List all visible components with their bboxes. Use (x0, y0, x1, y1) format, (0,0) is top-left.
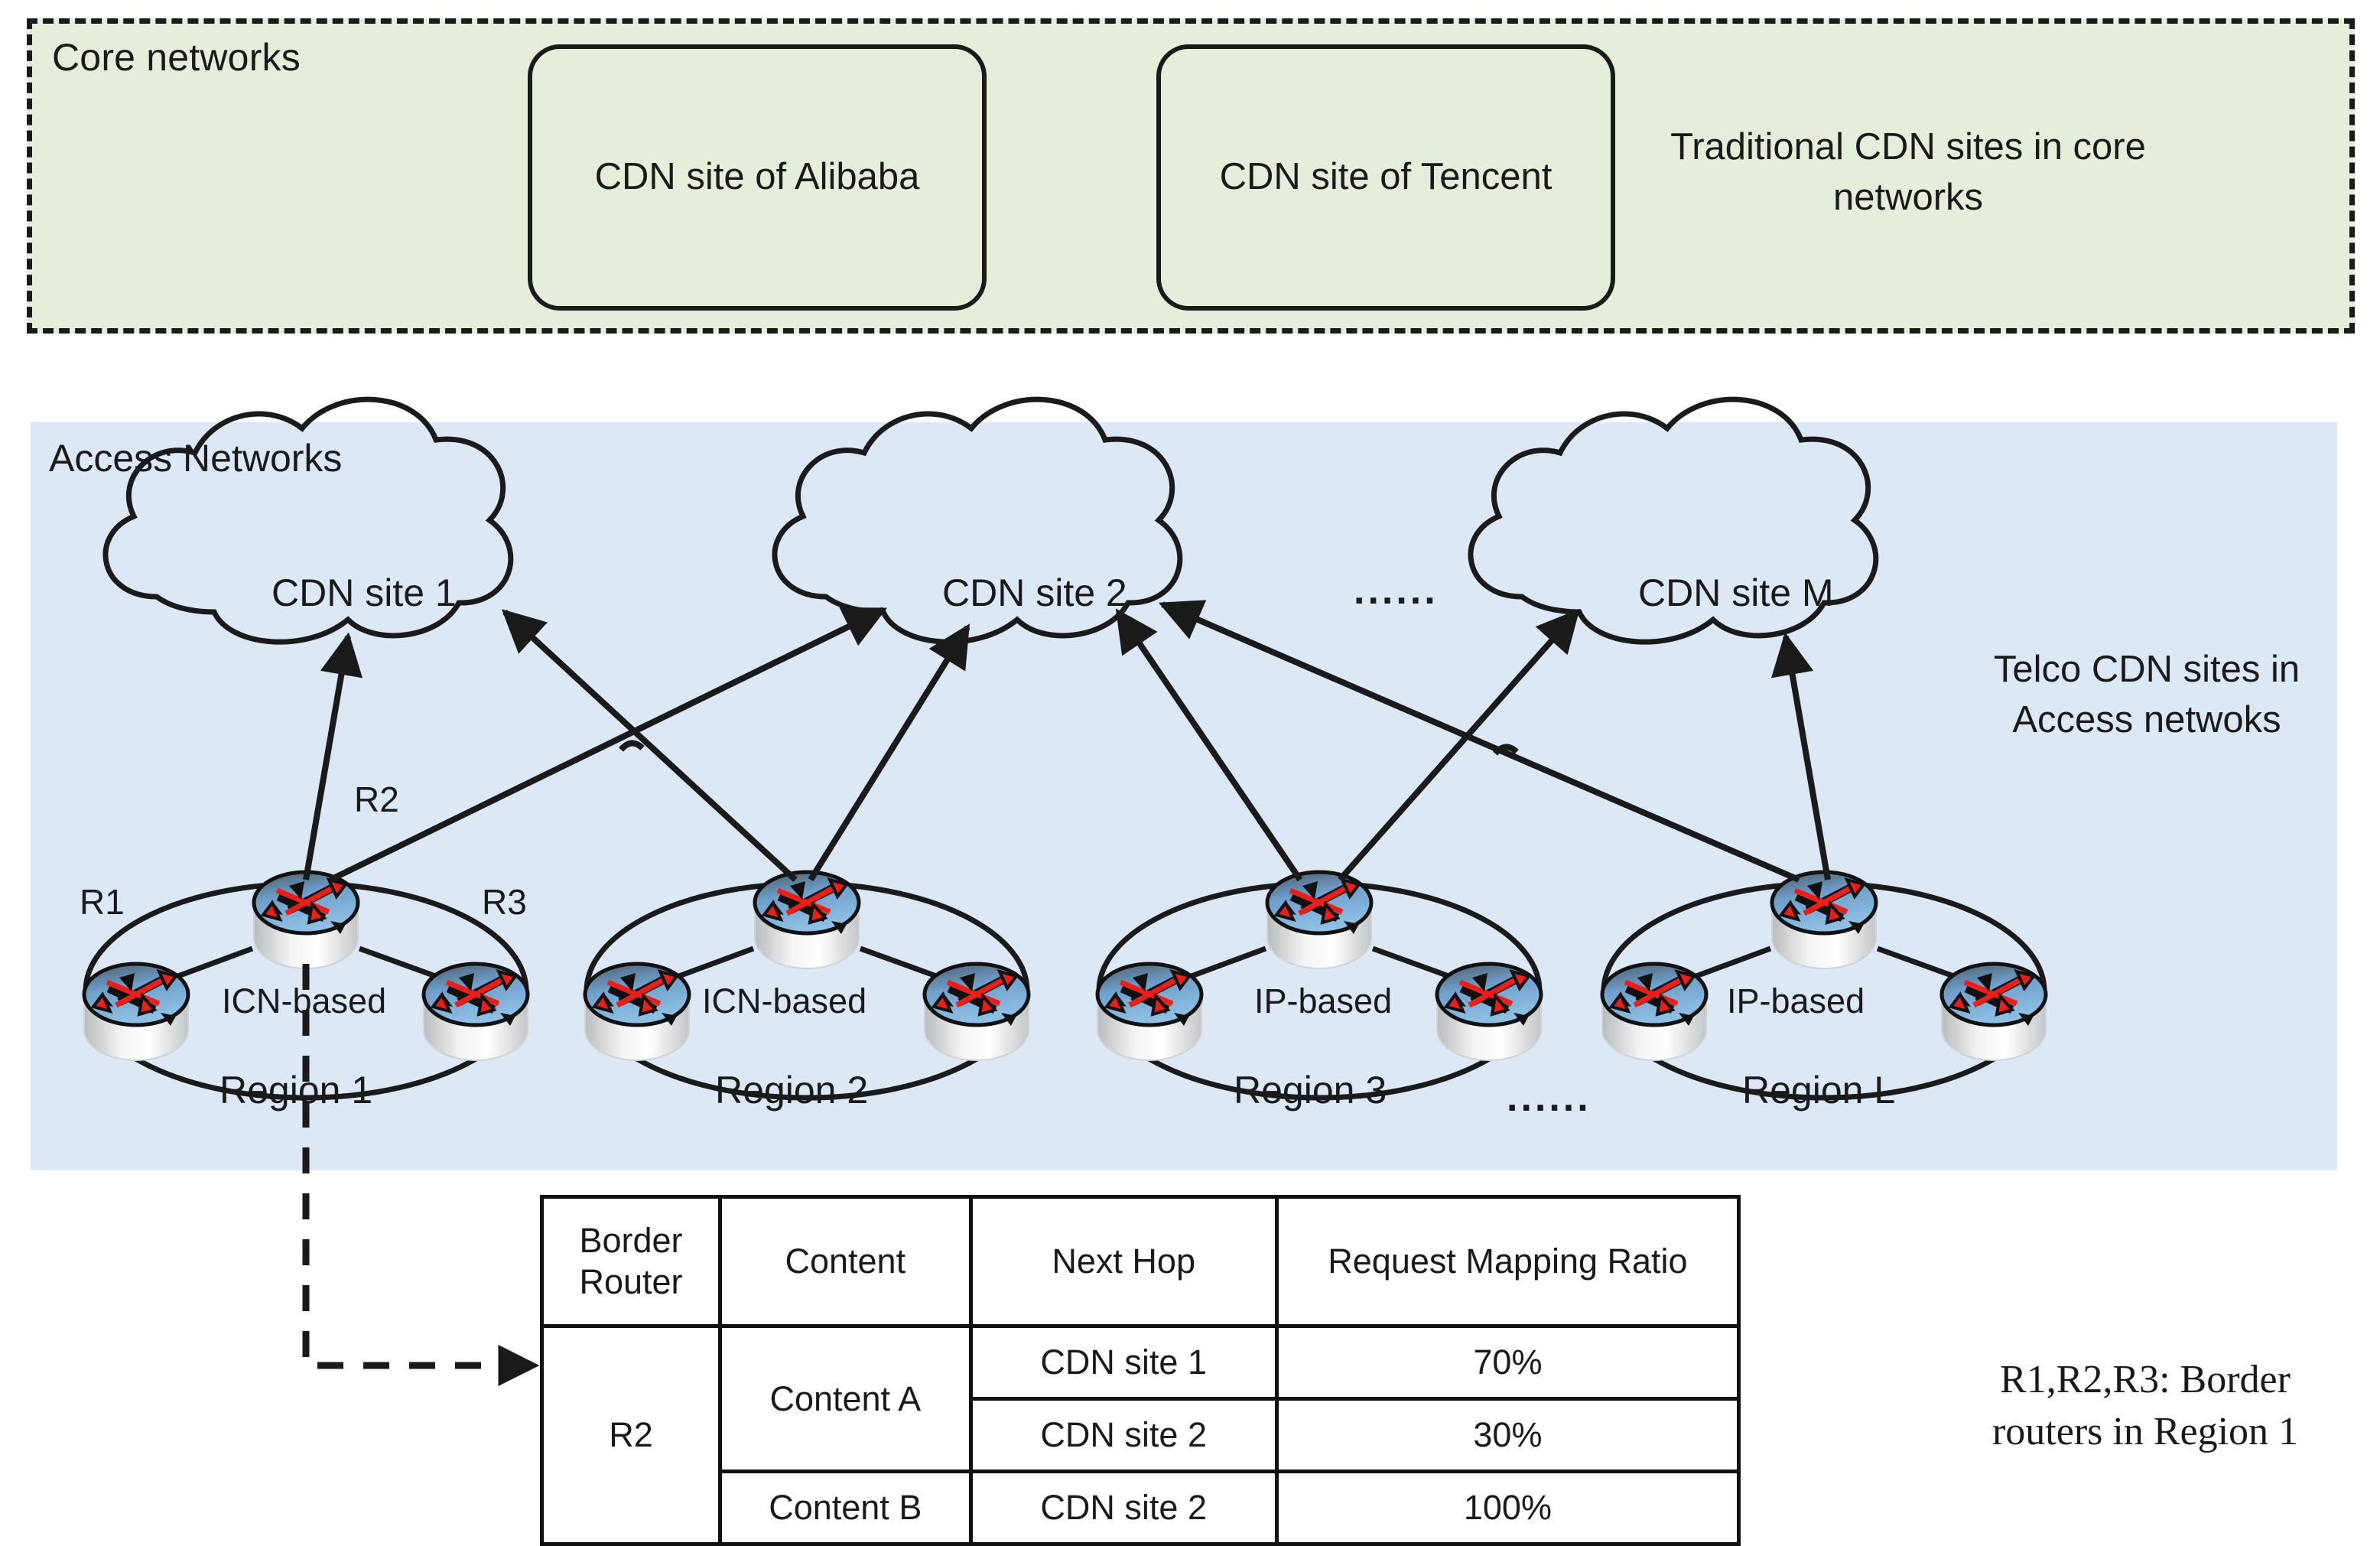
cell-ratio-3: 100% (1274, 1470, 1741, 1546)
router-r2-label: R2 (354, 780, 399, 819)
cell-ratio-2: 30% (1274, 1397, 1741, 1473)
table-row: Content B CDN site 2 100% (542, 1470, 1741, 1546)
core-site-tencent-box: CDN site of Tencent (1156, 44, 1615, 311)
region-2-technology-label: ICN-based (702, 981, 867, 1020)
header-border-router: Border Router (539, 1195, 723, 1328)
telco-cdn-note: Telco CDN sites in Access netwoks (1993, 649, 2300, 741)
cell-next-hop-3: CDN site 2 (968, 1470, 1279, 1546)
core-site-alibaba-label: CDN site of Alibaba (594, 156, 920, 198)
region-l-label: Region L (1742, 1069, 1896, 1111)
access-networks-label: Access Networks (49, 437, 343, 480)
cdn-site-m-label: CDN site M (1638, 571, 1834, 614)
request-mapping-table: Border Router Content Next Hop Request M… (539, 1195, 1741, 1546)
header-border-router-line1: Border (579, 1221, 683, 1260)
region-3-label: Region 3 (1234, 1069, 1387, 1111)
header-request-mapping-ratio: Request Mapping Ratio (1274, 1195, 1741, 1328)
cloud-ellipsis: ...... (1354, 568, 1439, 613)
border-routers-legend: R1,R2,R3: Border routers in Region 1 (1991, 1358, 2299, 1453)
region-l-technology-label: IP-based (1727, 981, 1865, 1020)
region-1-label: Region 1 (219, 1069, 373, 1111)
table-header-row: Border Router Content Next Hop Request M… (539, 1195, 1741, 1328)
region-ellipsis: ...... (1507, 1076, 1592, 1120)
header-content: Content (718, 1195, 973, 1328)
cell-next-hop-1: CDN site 1 (968, 1324, 1279, 1401)
cell-border-router-r2: R2 (539, 1324, 723, 1546)
cdn-site-2-label: CDN site 2 (942, 571, 1127, 614)
region-1-technology-label: ICN-based (222, 981, 387, 1020)
region-2-label: Region 2 (715, 1069, 869, 1111)
cell-ratio-1: 70% (1274, 1324, 1741, 1401)
router-r3-label: R3 (482, 882, 527, 922)
cell-content-b: Content B (718, 1470, 973, 1546)
router-r1-label: R1 (80, 882, 125, 922)
core-networks-label: Core networks (52, 36, 301, 79)
cell-next-hop-2: CDN site 2 (968, 1397, 1279, 1473)
header-next-hop: Next Hop (968, 1195, 1279, 1328)
core-networks-note: Traditional CDN sites in core networks (1670, 126, 2146, 218)
region-3-technology-label: IP-based (1254, 981, 1393, 1020)
table-row: R2 Content A CDN site 1 70% (539, 1324, 1741, 1546)
core-site-tencent-label: CDN site of Tencent (1219, 156, 1553, 198)
cell-content-a: Content A (718, 1324, 973, 1473)
cdn-site-1-label: CDN site 1 (271, 571, 457, 614)
header-border-router-line2: Router (579, 1262, 683, 1301)
core-site-alibaba-box: CDN site of Alibaba (528, 44, 987, 311)
